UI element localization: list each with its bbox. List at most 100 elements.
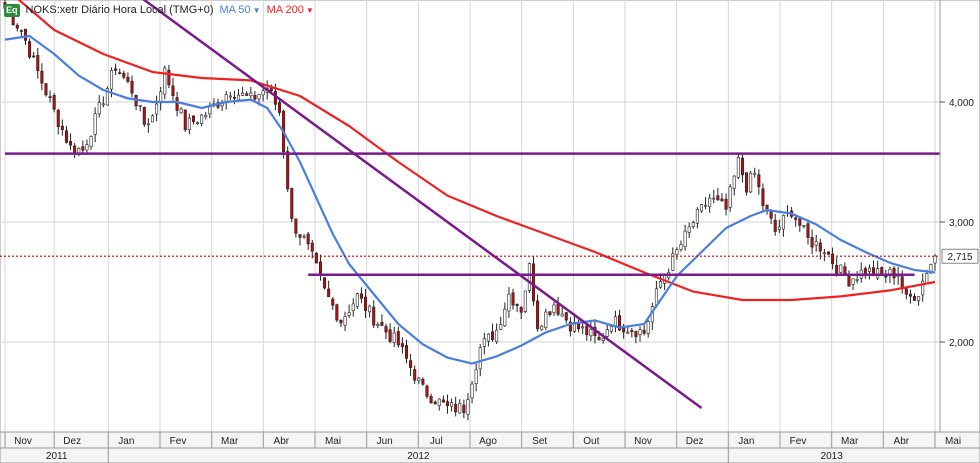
candle-body [458, 402, 462, 414]
candle-body [630, 330, 634, 332]
candle-body [421, 379, 425, 385]
candle-body [380, 322, 384, 326]
candle-body [486, 333, 490, 342]
candle-body [36, 55, 40, 72]
candle-body [339, 319, 343, 324]
candle-body [478, 347, 482, 370]
candle-body [749, 172, 753, 193]
price-chart-svg[interactable]: 2,000 3,000 4,000 2,715 Nov Dez Jan Fev Mar Abr Ma… [0, 0, 980, 463]
candle-body [515, 303, 519, 306]
candle-body [851, 278, 855, 285]
candle-body [925, 273, 929, 284]
month-label: Nov [14, 436, 32, 447]
ma200-caret-icon[interactable]: ▼ [306, 6, 314, 15]
month-label: Out [583, 436, 599, 447]
candle-body [163, 67, 167, 95]
candle-body [589, 329, 593, 337]
candle-body [769, 211, 773, 219]
candle-body [646, 321, 650, 334]
candle-body [335, 304, 339, 321]
candle-body [687, 226, 691, 233]
candle-body [60, 125, 64, 130]
candle-body [642, 329, 646, 334]
candle-body [48, 96, 52, 98]
candle-body [306, 233, 310, 245]
candle-body [175, 97, 179, 111]
candle-body [622, 327, 626, 333]
candle-body [40, 70, 44, 84]
candle-body [470, 383, 474, 399]
candle-body [318, 261, 322, 276]
month-label: Mai [325, 436, 341, 447]
candle-body [310, 242, 314, 252]
candle-body [409, 360, 413, 368]
candle-body [740, 157, 744, 176]
candle-body [183, 109, 187, 131]
candle-body [482, 338, 486, 347]
month-label: Abr [274, 436, 290, 447]
candle-body [818, 242, 822, 252]
stock-chart[interactable]: 2,000 3,000 4,000 2,715 Nov Dez Jan Fev Mar Abr Ma… [0, 0, 980, 463]
candle-body [241, 92, 245, 96]
candle-body [556, 303, 560, 315]
y-axis-panel[interactable] [939, 0, 980, 433]
ma50-label: MA 50 [219, 4, 251, 16]
candle-body [232, 96, 236, 99]
y-tick-label: 2,000 [949, 338, 974, 349]
ma200-legend-item[interactable]: MA 200 ▼ [267, 4, 314, 16]
candle-body [544, 311, 548, 328]
candle-body [347, 312, 351, 316]
candle-body [773, 219, 777, 232]
candle-body [499, 324, 503, 330]
candle-body [450, 402, 454, 407]
candle-body [23, 28, 28, 41]
candle-body [376, 324, 380, 326]
candle-body [839, 264, 843, 273]
candle-body [200, 114, 204, 124]
candle-body [638, 329, 642, 336]
last-price-label: 2,715 [947, 252, 972, 263]
y-tick-label: 4,000 [949, 98, 974, 109]
candle-body [290, 188, 294, 219]
candle-body [761, 188, 765, 206]
candle-body [372, 306, 376, 326]
candle-body [257, 94, 261, 100]
ma50-caret-icon[interactable]: ▼ [253, 6, 261, 15]
candle-body [695, 208, 699, 224]
candle-body [781, 214, 785, 230]
candle-body [880, 267, 884, 275]
candle-body [552, 304, 556, 313]
month-label: Set [532, 436, 547, 447]
candle-body [109, 69, 114, 90]
ma50-legend-item[interactable]: MA 50 ▼ [219, 4, 260, 16]
candle-body [527, 263, 531, 291]
candle-body [64, 130, 68, 143]
candle-body [531, 263, 536, 302]
candle-body [753, 172, 757, 175]
year-label: 2011 [46, 451, 68, 462]
candle-body [130, 80, 134, 94]
candle-body [511, 292, 515, 306]
candle-body [626, 331, 630, 334]
candle-body [392, 332, 396, 343]
candle-body [15, 24, 19, 29]
candle-body [187, 117, 191, 131]
candle-body [564, 312, 568, 321]
month-label: Nov [634, 436, 652, 447]
candle-body [908, 293, 912, 297]
candle-body [745, 172, 749, 193]
candle-body [32, 55, 36, 58]
candle-body [364, 296, 368, 311]
candle-body [384, 326, 388, 333]
candle-body [826, 251, 831, 255]
candle-body [675, 249, 679, 255]
candle-body [912, 296, 917, 301]
month-label: Jan [738, 436, 754, 447]
candle-body [876, 268, 880, 279]
candle-body [126, 76, 130, 82]
candle-body [302, 235, 306, 238]
candle-body [122, 72, 126, 78]
candle-body [28, 41, 32, 58]
candle-body [396, 331, 400, 346]
candle-body [634, 331, 638, 338]
